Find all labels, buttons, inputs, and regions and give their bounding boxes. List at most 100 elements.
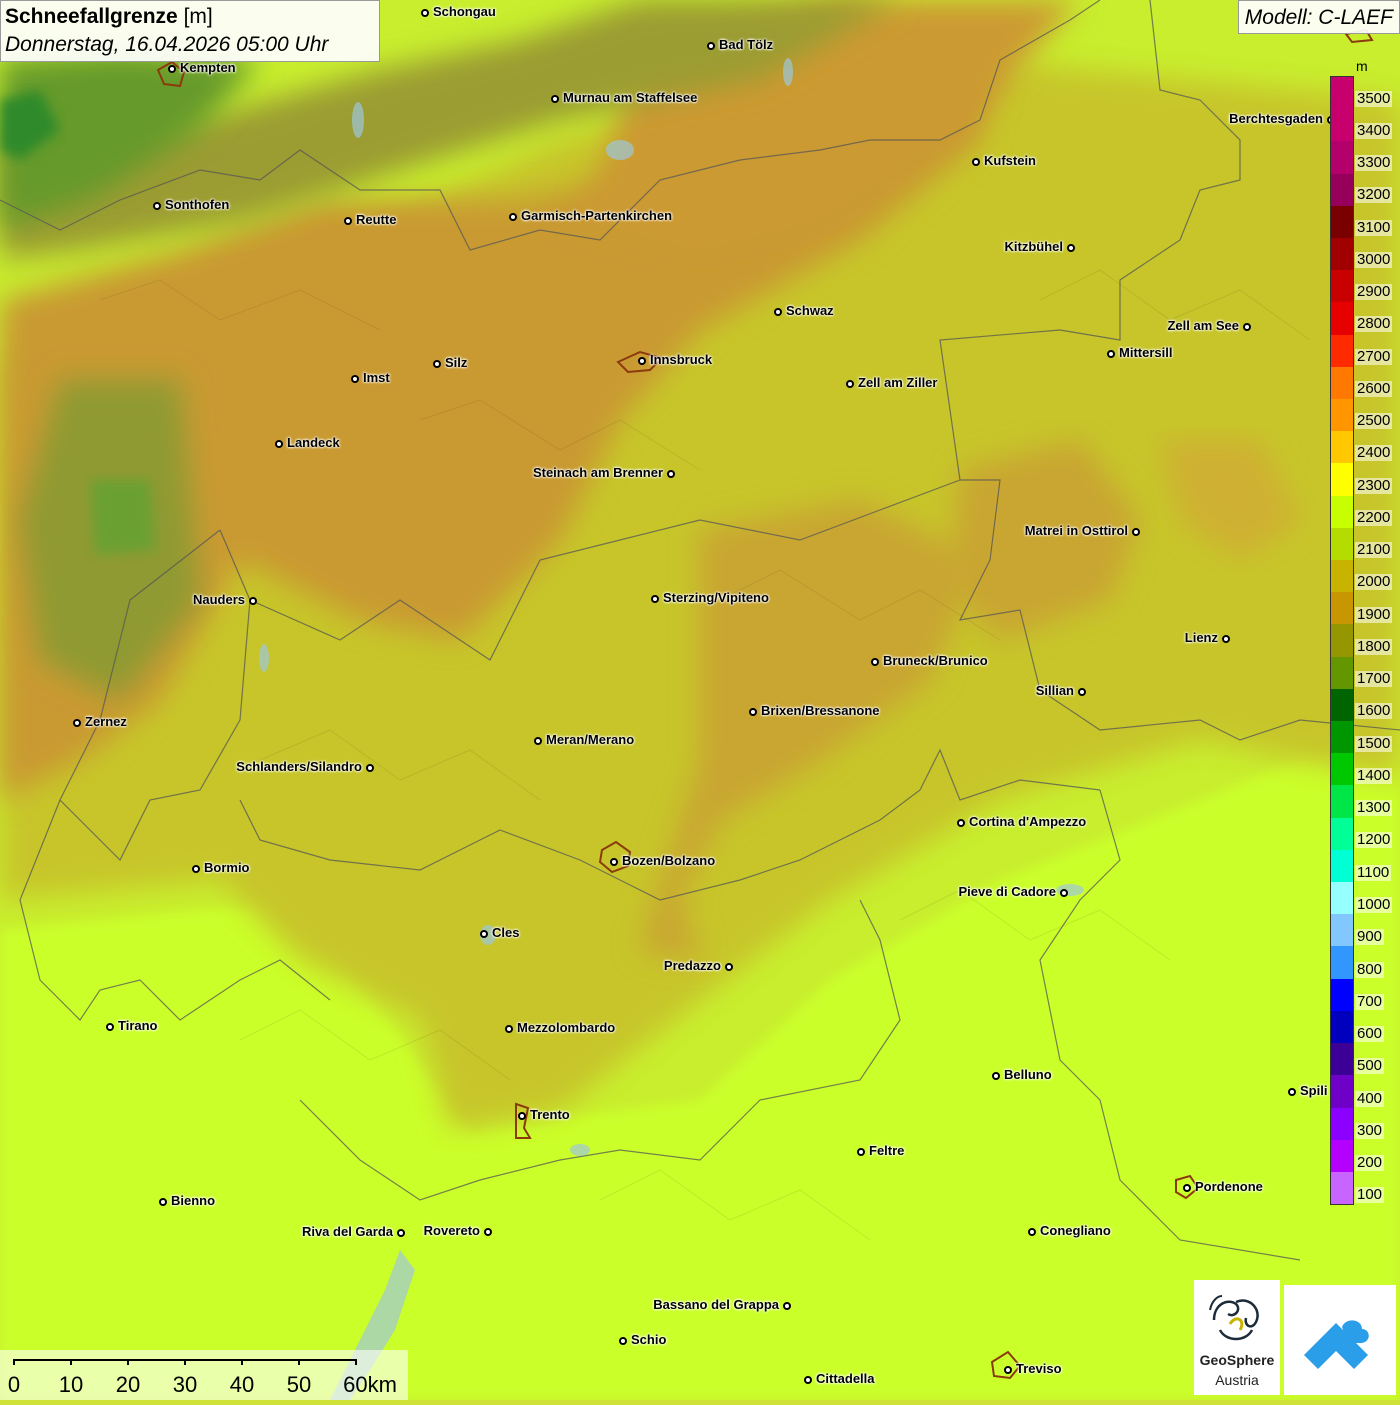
legend-swatch bbox=[1331, 753, 1353, 786]
legend-value: 2400 bbox=[1355, 444, 1393, 462]
city-marker[interactable] bbox=[1243, 323, 1251, 331]
city-marker[interactable] bbox=[651, 595, 659, 603]
city-marker[interactable] bbox=[957, 819, 965, 827]
city-marker[interactable] bbox=[275, 440, 283, 448]
city-marker[interactable] bbox=[857, 1148, 865, 1156]
legend-value: 1300 bbox=[1355, 799, 1393, 817]
title-box: Schneefallgrenze [m] Donnerstag, 16.04.2… bbox=[0, 0, 380, 62]
legend-swatch bbox=[1331, 1107, 1353, 1140]
city-label: Mittersill bbox=[1119, 345, 1173, 360]
city-marker[interactable] bbox=[1107, 350, 1115, 358]
city-label: Sonthofen bbox=[165, 197, 230, 212]
city-marker[interactable] bbox=[518, 1112, 526, 1120]
city-marker[interactable] bbox=[774, 308, 782, 316]
city-marker[interactable] bbox=[619, 1337, 627, 1345]
legend-value: 1700 bbox=[1355, 670, 1393, 688]
legend-value: 3200 bbox=[1355, 186, 1393, 204]
city-marker[interactable] bbox=[610, 858, 618, 866]
city-label: Belluno bbox=[1004, 1067, 1052, 1082]
legend-value: 3400 bbox=[1355, 121, 1393, 139]
city-marker[interactable] bbox=[749, 708, 757, 716]
city-marker[interactable] bbox=[871, 658, 879, 666]
geosphere-name: GeoSphere bbox=[1199, 1352, 1275, 1368]
city-marker[interactable] bbox=[638, 357, 646, 365]
legend-swatch bbox=[1331, 399, 1353, 432]
city-marker[interactable] bbox=[1067, 244, 1075, 252]
scale-label: 0 bbox=[7, 1372, 21, 1397]
city-marker[interactable] bbox=[992, 1072, 1000, 1080]
city-label: Landeck bbox=[287, 435, 340, 450]
legend-value: 2900 bbox=[1355, 283, 1393, 301]
city-marker[interactable] bbox=[534, 737, 542, 745]
city-marker[interactable] bbox=[667, 470, 675, 478]
legend-swatch bbox=[1331, 721, 1353, 754]
legend-swatch bbox=[1331, 656, 1353, 689]
city-marker[interactable] bbox=[106, 1023, 114, 1031]
city-marker[interactable] bbox=[73, 719, 81, 727]
city-marker[interactable] bbox=[783, 1302, 791, 1310]
city-label: Cles bbox=[492, 925, 520, 940]
scale-tick bbox=[127, 1359, 129, 1365]
city-marker[interactable] bbox=[484, 1228, 492, 1236]
city-label: Treviso bbox=[1016, 1361, 1062, 1376]
city-marker[interactable] bbox=[159, 1198, 167, 1206]
legend-value: 1900 bbox=[1355, 605, 1393, 623]
legend-value: 2800 bbox=[1355, 315, 1393, 333]
app-logo[interactable] bbox=[1284, 1285, 1396, 1395]
city-label: Predazzo bbox=[663, 958, 721, 973]
city-marker[interactable] bbox=[168, 65, 176, 73]
city-marker[interactable] bbox=[1132, 528, 1140, 536]
city-label: Innsbruck bbox=[650, 352, 713, 367]
city-marker[interactable] bbox=[505, 1025, 513, 1033]
city-marker[interactable] bbox=[249, 597, 257, 605]
city-marker[interactable] bbox=[351, 375, 359, 383]
legend-value: 900 bbox=[1355, 928, 1385, 946]
geosphere-subtitle: Austria bbox=[1215, 1372, 1259, 1388]
legend-value: 200 bbox=[1355, 1154, 1385, 1172]
city-label: Sterzing/Vipiteno bbox=[663, 590, 769, 605]
city-marker[interactable] bbox=[1078, 688, 1086, 696]
city-marker[interactable] bbox=[421, 9, 429, 17]
legend-value: 1400 bbox=[1355, 766, 1393, 784]
city-marker[interactable] bbox=[480, 930, 488, 938]
city-label: Zell am Ziller bbox=[858, 375, 938, 390]
city-marker[interactable] bbox=[509, 213, 517, 221]
scale-bar: 0 10 20 30 40 50 60km bbox=[0, 1350, 408, 1400]
city-marker[interactable] bbox=[725, 963, 733, 971]
city-marker[interactable] bbox=[344, 217, 352, 225]
city-marker[interactable] bbox=[433, 360, 441, 368]
city-marker[interactable] bbox=[397, 1229, 405, 1237]
legend-value: 3100 bbox=[1355, 218, 1393, 236]
city-label: Pieve di Cadore bbox=[958, 884, 1056, 899]
city-marker[interactable] bbox=[804, 1376, 812, 1384]
legend-swatch bbox=[1331, 109, 1353, 142]
city-label: Bad Tölz bbox=[719, 37, 774, 52]
legend-swatch bbox=[1331, 624, 1353, 657]
legend-value: 2000 bbox=[1355, 573, 1393, 591]
city-marker[interactable] bbox=[1222, 635, 1230, 643]
city-marker[interactable] bbox=[1060, 889, 1068, 897]
map-datetime: Donnerstag, 16.04.2026 05:00 Uhr bbox=[5, 33, 329, 56]
city-marker[interactable] bbox=[972, 158, 980, 166]
legend-value: 3000 bbox=[1355, 250, 1393, 268]
legend-swatch bbox=[1331, 495, 1353, 528]
legend-swatch bbox=[1331, 431, 1353, 464]
geosphere-logo[interactable]: GeoSphere Austria bbox=[1194, 1280, 1280, 1395]
legend-swatch bbox=[1331, 1010, 1353, 1044]
city-marker[interactable] bbox=[1004, 1366, 1012, 1374]
city-marker[interactable] bbox=[1028, 1228, 1036, 1236]
city-label: Schongau bbox=[433, 4, 496, 19]
legend-swatch bbox=[1331, 77, 1353, 110]
city-marker[interactable] bbox=[1288, 1088, 1296, 1096]
city-marker[interactable] bbox=[366, 764, 374, 772]
city-marker[interactable] bbox=[1183, 1184, 1191, 1192]
city-marker[interactable] bbox=[551, 95, 559, 103]
city-marker[interactable] bbox=[192, 865, 200, 873]
legend-swatch bbox=[1331, 849, 1353, 883]
city-marker[interactable] bbox=[153, 202, 161, 210]
city-marker[interactable] bbox=[707, 42, 715, 50]
scale-tick bbox=[70, 1359, 72, 1365]
city-label: Riva del Garda bbox=[301, 1224, 393, 1239]
scale-label: 20 bbox=[115, 1372, 141, 1397]
city-marker[interactable] bbox=[846, 380, 854, 388]
